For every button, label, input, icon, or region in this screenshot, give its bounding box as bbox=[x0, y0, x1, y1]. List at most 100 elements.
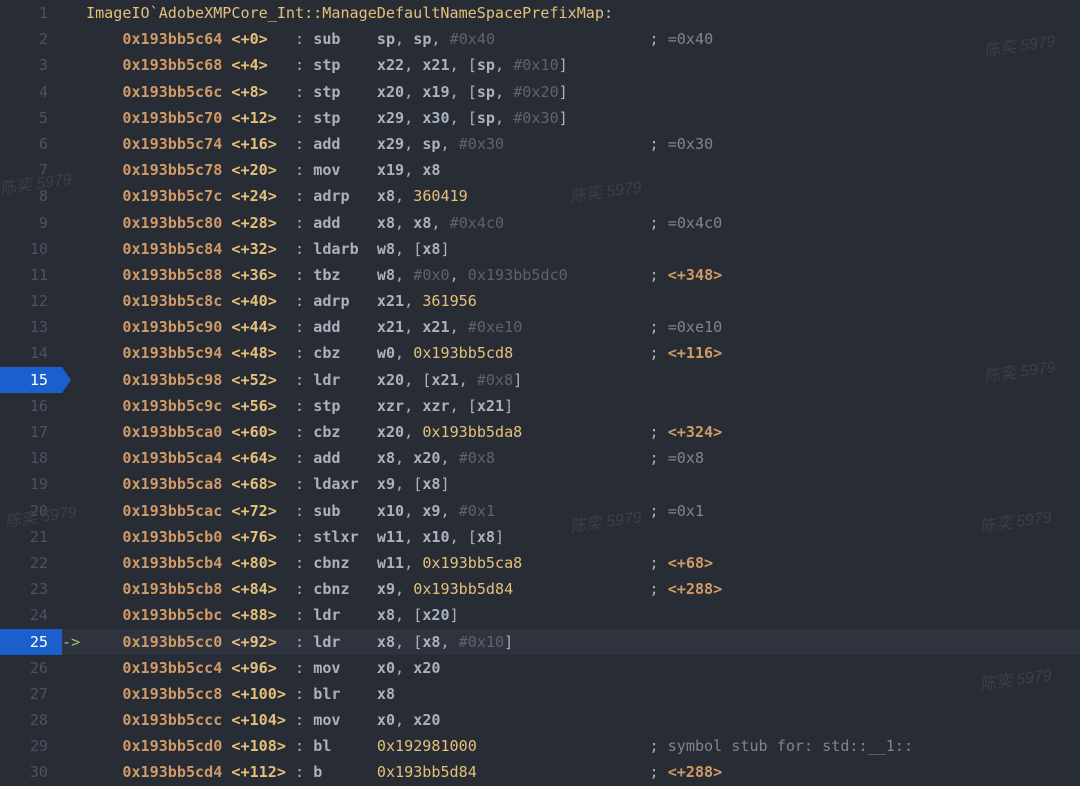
disassembly-line[interactable]: 0x193bb5c74 <+16> : add x29, sp, #0x30 ;… bbox=[62, 131, 1080, 157]
current-line-arrow-icon bbox=[62, 550, 86, 576]
disassembly-line[interactable]: 0x193bb5c98 <+52> : ldr x20, [x21, #0x8] bbox=[62, 367, 1080, 393]
line-number[interactable]: 14 bbox=[0, 340, 62, 366]
mnemonic: ldr bbox=[313, 371, 377, 389]
instruction-address: 0x193bb5cc8 bbox=[122, 685, 222, 703]
comment: ; <+68> bbox=[650, 554, 714, 572]
line-number[interactable]: 29 bbox=[0, 733, 62, 759]
disassembly-line[interactable]: 0x193bb5c88 <+36> : tbz w8, #0x0, 0x193b… bbox=[62, 262, 1080, 288]
line-number[interactable]: 3 bbox=[0, 52, 62, 78]
disassembly-line[interactable]: -> 0x193bb5cc0 <+92> : ldr x8, [x8, #0x1… bbox=[62, 629, 1080, 655]
line-number[interactable]: 25 bbox=[0, 629, 62, 655]
current-line-arrow-icon bbox=[62, 759, 86, 785]
disassembly-line[interactable]: 0x193bb5cac <+72> : sub x10, x9, #0x1 ; … bbox=[62, 498, 1080, 524]
disassembly-line[interactable]: 0x193bb5cb8 <+84> : cbnz x9, 0x193bb5d84… bbox=[62, 576, 1080, 602]
line-number[interactable]: 23 bbox=[0, 576, 62, 602]
operands: x20, 0x193bb5da8 bbox=[377, 423, 522, 441]
instruction-offset: <+76> bbox=[231, 528, 295, 546]
disassembly-line[interactable]: 0x193bb5ca0 <+60> : cbz x20, 0x193bb5da8… bbox=[62, 419, 1080, 445]
mnemonic: cbnz bbox=[313, 554, 377, 572]
disassembly-line[interactable]: 0x193bb5cc8 <+100> : blr x8 bbox=[62, 681, 1080, 707]
disassembly-line[interactable]: 0x193bb5c78 <+20> : mov x19, x8 bbox=[62, 157, 1080, 183]
operands: w8, [x8] bbox=[377, 240, 450, 258]
instruction-address: 0x193bb5c74 bbox=[122, 135, 222, 153]
line-number[interactable]: 24 bbox=[0, 602, 62, 628]
operands: x8, [x20] bbox=[377, 606, 459, 624]
operands: x8 bbox=[377, 685, 395, 703]
disassembly-line[interactable]: 0x193bb5c8c <+40> : adrp x21, 361956 bbox=[62, 288, 1080, 314]
disassembly-line[interactable]: 0x193bb5ca4 <+64> : add x8, x20, #0x8 ; … bbox=[62, 445, 1080, 471]
disassembly-line[interactable]: 0x193bb5cb0 <+76> : stlxr w11, x10, [x8] bbox=[62, 524, 1080, 550]
line-number[interactable]: 2 bbox=[0, 26, 62, 52]
line-number[interactable]: 1 bbox=[0, 0, 62, 26]
line-number[interactable]: 4 bbox=[0, 79, 62, 105]
disassembly-line[interactable]: 0x193bb5cd4 <+112> : b 0x193bb5d84 ; <+2… bbox=[62, 759, 1080, 785]
line-number[interactable]: 7 bbox=[0, 157, 62, 183]
instruction-offset: <+100> bbox=[231, 685, 295, 703]
disassembly-line[interactable]: 0x193bb5c68 <+4> : stp x22, x21, [sp, #0… bbox=[62, 52, 1080, 78]
line-number[interactable]: 17 bbox=[0, 419, 62, 445]
line-number[interactable]: 20 bbox=[0, 498, 62, 524]
disassembly-line[interactable]: 0x193bb5c80 <+28> : add x8, x8, #0x4c0 ;… bbox=[62, 210, 1080, 236]
disassembly-line[interactable]: 0x193bb5c9c <+56> : stp xzr, xzr, [x21] bbox=[62, 393, 1080, 419]
line-number[interactable]: 13 bbox=[0, 314, 62, 340]
current-line-arrow-icon bbox=[62, 445, 86, 471]
disassembly-line[interactable]: 0x193bb5ccc <+104> : mov x0, x20 bbox=[62, 707, 1080, 733]
disassembly-line[interactable]: 0x193bb5cb4 <+80> : cbnz w11, 0x193bb5ca… bbox=[62, 550, 1080, 576]
line-number[interactable]: 19 bbox=[0, 471, 62, 497]
instruction-address: 0x193bb5cd0 bbox=[122, 737, 222, 755]
instruction-address: 0x193bb5ccc bbox=[122, 711, 222, 729]
disassembly-line[interactable]: 0x193bb5c70 <+12> : stp x29, x30, [sp, #… bbox=[62, 105, 1080, 131]
disassembly-line[interactable]: 0x193bb5c90 <+44> : add x21, x21, #0xe10… bbox=[62, 314, 1080, 340]
line-number[interactable]: 9 bbox=[0, 210, 62, 236]
mnemonic: ldr bbox=[313, 633, 377, 651]
line-number[interactable]: 10 bbox=[0, 236, 62, 262]
disassembly-line[interactable]: 0x193bb5cbc <+88> : ldr x8, [x20] bbox=[62, 602, 1080, 628]
disassembly-line[interactable]: 0x193bb5cd0 <+108> : bl 0x192981000 ; sy… bbox=[62, 733, 1080, 759]
line-number[interactable]: 27 bbox=[0, 681, 62, 707]
line-number[interactable]: 12 bbox=[0, 288, 62, 314]
operands: x22, x21, [sp, #0x10] bbox=[377, 56, 568, 74]
disassembly-line[interactable]: 0x193bb5c94 <+48> : cbz w0, 0x193bb5cd8 … bbox=[62, 340, 1080, 366]
line-number[interactable]: 30 bbox=[0, 759, 62, 785]
mnemonic: blr bbox=[313, 685, 377, 703]
disassembly-view[interactable]: ImageIO`AdobeXMPCore_Int::ManageDefaultN… bbox=[62, 0, 1080, 786]
mnemonic: cbz bbox=[313, 344, 377, 362]
current-line-arrow-icon bbox=[62, 524, 86, 550]
instruction-address: 0x193bb5c88 bbox=[122, 266, 222, 284]
current-line-arrow-icon bbox=[62, 157, 86, 183]
line-number[interactable]: 28 bbox=[0, 707, 62, 733]
line-number[interactable]: 6 bbox=[0, 131, 62, 157]
disassembly-line[interactable]: 0x193bb5c7c <+24> : adrp x8, 360419 bbox=[62, 183, 1080, 209]
current-line-arrow-icon bbox=[62, 79, 86, 105]
line-number[interactable]: 8 bbox=[0, 183, 62, 209]
line-number[interactable]: 11 bbox=[0, 262, 62, 288]
line-number[interactable]: 16 bbox=[0, 393, 62, 419]
mnemonic: add bbox=[313, 318, 377, 336]
line-number[interactable]: 22 bbox=[0, 550, 62, 576]
instruction-offset: <+8> bbox=[231, 83, 295, 101]
disassembly-line[interactable]: ImageIO`AdobeXMPCore_Int::ManageDefaultN… bbox=[62, 0, 1080, 26]
disassembly-line[interactable]: 0x193bb5ca8 <+68> : ldaxr x9, [x8] bbox=[62, 471, 1080, 497]
disassembly-line[interactable]: 0x193bb5c84 <+32> : ldarb w8, [x8] bbox=[62, 236, 1080, 262]
current-line-arrow-icon bbox=[62, 655, 86, 681]
instruction-offset: <+72> bbox=[231, 502, 295, 520]
line-number[interactable]: 18 bbox=[0, 445, 62, 471]
disassembly-line[interactable]: 0x193bb5cc4 <+96> : mov x0, x20 bbox=[62, 655, 1080, 681]
line-number[interactable]: 21 bbox=[0, 524, 62, 550]
current-line-arrow-icon bbox=[62, 707, 86, 733]
line-number[interactable]: 26 bbox=[0, 655, 62, 681]
comment: ; <+288> bbox=[650, 580, 723, 598]
line-number[interactable]: 15 bbox=[0, 367, 62, 393]
operands: x21, 361956 bbox=[377, 292, 477, 310]
current-line-arrow-icon bbox=[62, 733, 86, 759]
line-number[interactable]: 5 bbox=[0, 105, 62, 131]
operands: x29, x30, [sp, #0x30] bbox=[377, 109, 568, 127]
instruction-offset: <+16> bbox=[231, 135, 295, 153]
instruction-offset: <+60> bbox=[231, 423, 295, 441]
disassembly-line[interactable]: 0x193bb5c64 <+0> : sub sp, sp, #0x40 ; =… bbox=[62, 26, 1080, 52]
comment-offset: <+288> bbox=[668, 580, 723, 598]
disassembly-line[interactable]: 0x193bb5c6c <+8> : stp x20, x19, [sp, #0… bbox=[62, 79, 1080, 105]
current-line-arrow-icon bbox=[62, 419, 86, 445]
comment: ; <+288> bbox=[650, 763, 723, 781]
instruction-address: 0x193bb5c80 bbox=[122, 214, 222, 232]
